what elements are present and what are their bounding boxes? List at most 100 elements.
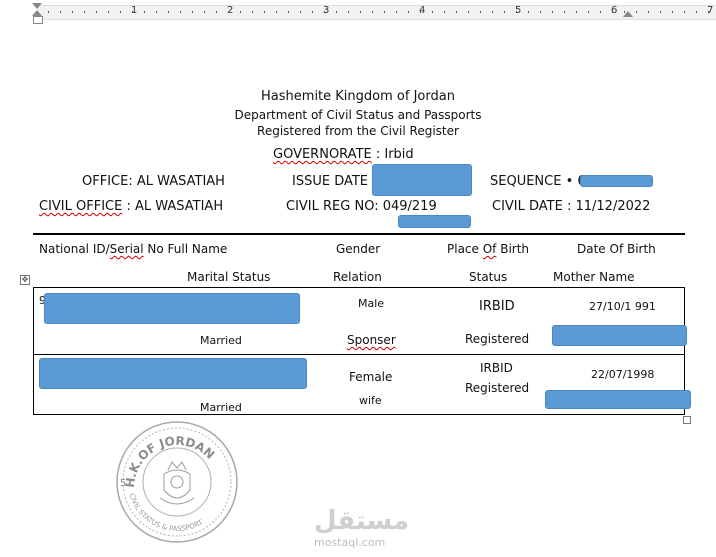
col-birth-text: Birth xyxy=(496,242,530,256)
col-date-of-birth: Date Of Birth xyxy=(577,242,656,256)
governorate-line: GOVERNORATE : Irbid xyxy=(273,147,414,162)
ruler-tick xyxy=(132,11,133,13)
col-place-text: Place xyxy=(447,242,483,256)
governorate-value: : Irbid xyxy=(375,147,414,162)
ruler-tick xyxy=(612,11,613,13)
ruler-tick xyxy=(300,11,301,13)
redacted-mother-row2 xyxy=(545,390,691,409)
issue-date-field: ISSUE DATE : xyxy=(292,174,377,189)
ruler-tick xyxy=(672,11,673,13)
col-place-of-birth: Place Of Birth xyxy=(447,242,529,256)
ruler-tick xyxy=(684,11,685,13)
ruler-tick xyxy=(264,11,265,13)
ruler-tick xyxy=(528,11,529,13)
col-relation: Relation xyxy=(333,270,382,284)
row1-marital: Married xyxy=(200,334,242,347)
redacted-sequence xyxy=(580,175,653,187)
row1-dob: 27/10/1 991 xyxy=(589,300,656,313)
ruler-tick xyxy=(192,11,193,13)
row2-marital: Married xyxy=(200,401,242,414)
sequence-field: SEQUENCE • 6 xyxy=(490,174,586,189)
ruler-tick xyxy=(120,11,121,13)
ruler-tick xyxy=(420,11,421,13)
ruler-tick xyxy=(204,11,205,13)
civil-office-value: : AL WASATIAH xyxy=(126,199,224,214)
col-mother-name: Mother Name xyxy=(553,270,635,284)
row2-status: Registered xyxy=(465,381,530,395)
redacted-issue-date xyxy=(372,164,472,196)
governorate-label: GOVERNORATE xyxy=(273,147,372,162)
ruler-tick xyxy=(228,11,229,13)
ruler-tick xyxy=(480,11,481,13)
row2-dob: 22/07/1998 xyxy=(591,368,655,381)
redacted-name-row1 xyxy=(44,293,300,324)
ruler-tick xyxy=(48,11,49,13)
row1-gender: Male xyxy=(358,297,385,310)
ruler-tick xyxy=(324,11,325,13)
ruler-tick xyxy=(564,11,565,13)
ruler-tick xyxy=(444,11,445,13)
ruler-tick xyxy=(624,11,625,13)
ruler-tick xyxy=(456,11,457,13)
ruler-tick xyxy=(348,11,349,13)
ruler: 1 2 3 4 5 6 7 xyxy=(0,0,716,24)
stamp-text-top: H.K.OF JORDAN xyxy=(123,434,217,489)
watermark-logo: مستقل mostaql.com xyxy=(312,506,412,554)
header-department: Department of Civil Status and Passports xyxy=(234,108,482,122)
ruler-tick xyxy=(288,11,289,13)
ruler-tick xyxy=(576,11,577,13)
ruler-tick xyxy=(396,11,397,13)
watermark-arabic: مستقل xyxy=(314,506,410,536)
row1-status: Registered xyxy=(465,332,530,346)
row1-place: IRBID xyxy=(479,299,515,314)
ruler-tick xyxy=(372,11,373,13)
ruler-tick xyxy=(708,11,709,13)
civil-office-label: CIVIL OFFICE xyxy=(39,199,123,214)
header-rule xyxy=(33,233,685,235)
col-national-id-text: National ID/ xyxy=(39,242,110,256)
col-gender: Gender xyxy=(336,242,381,256)
ruler-tick xyxy=(108,11,109,13)
official-stamp: H.K.OF JORDAN CIVIL STATUS & PASSPORT 5 xyxy=(116,421,238,543)
col-marital-status: Marital Status xyxy=(187,270,271,284)
office-field: OFFICE: AL WASATIAH xyxy=(82,174,225,189)
first-line-indent-marker[interactable] xyxy=(32,3,42,9)
ruler-tick xyxy=(168,11,169,13)
ruler-tick xyxy=(240,11,241,13)
col-of-text: Of xyxy=(482,242,497,256)
ruler-tick xyxy=(384,11,385,13)
ruler-tick xyxy=(540,11,541,13)
ruler-tick xyxy=(600,11,601,13)
left-indent-marker[interactable] xyxy=(33,16,43,24)
watermark-latin: mostaql.com xyxy=(314,536,386,549)
ruler-tick xyxy=(360,11,361,13)
redacted-name-row2 xyxy=(39,358,307,389)
svg-text:H.K.OF JORDAN: H.K.OF JORDAN xyxy=(123,434,217,489)
ruler-tick xyxy=(84,11,85,13)
ruler-tick xyxy=(648,11,649,13)
ruler-tick xyxy=(588,11,589,13)
header-registered: Registered from the Civil Register xyxy=(257,124,459,138)
redacted-mother-row1 xyxy=(552,325,687,346)
ruler-tick xyxy=(216,11,217,13)
row1-relation-text: Sponser xyxy=(347,333,396,347)
ruler-tick xyxy=(72,11,73,13)
table-resize-handle-icon[interactable] xyxy=(683,416,691,424)
ruler-tick xyxy=(180,11,181,13)
civil-date-field: CIVIL DATE : 11/12/2022 xyxy=(492,199,651,214)
row2-gender: Female xyxy=(349,370,393,384)
ruler-tick xyxy=(336,11,337,13)
ruler-tick xyxy=(312,11,313,13)
table-row-divider xyxy=(33,354,684,355)
col-national-id: National ID/Serial No Full Name xyxy=(39,242,227,256)
ruler-tick xyxy=(504,11,505,13)
stamp-number: 5 xyxy=(120,478,126,489)
ruler-tick xyxy=(60,11,61,13)
ruler-tick xyxy=(408,11,409,13)
ruler-tick xyxy=(252,11,253,13)
ruler-tick xyxy=(276,11,277,13)
header-country: Hashemite Kingdom of Jordan xyxy=(261,89,455,104)
table-move-handle-icon[interactable]: ✥ xyxy=(20,275,30,285)
ruler-tick xyxy=(432,11,433,13)
ruler-tick xyxy=(468,11,469,13)
